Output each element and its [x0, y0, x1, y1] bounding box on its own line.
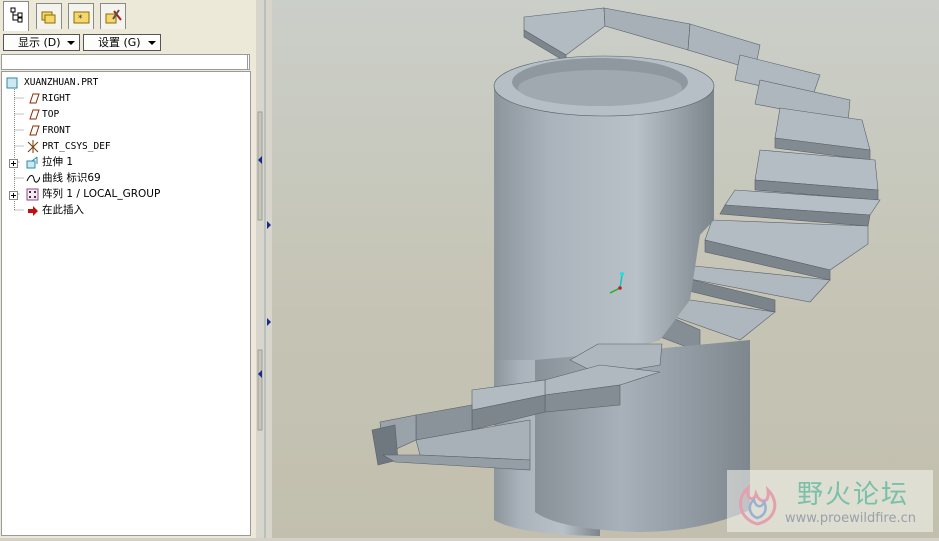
tree-item-label: PRT_CSYS_DEF	[42, 141, 111, 152]
tree-item-label: RIGHT	[42, 93, 71, 104]
flame-logo-icon	[739, 484, 777, 526]
tree-root-label: XUANZHUAN.PRT	[24, 77, 99, 88]
tree-item-label: 阵列 1 / LOCAL_GROUP	[42, 188, 161, 200]
graphics-viewport[interactable]	[272, 0, 939, 538]
favorites-folder-icon: *	[73, 11, 90, 24]
model-tree[interactable]: XUANZHUAN.PRT RIGHT TOP FRONT PRT_CSYS_D…	[1, 71, 251, 536]
settings-dropdown[interactable]: 设置 (G)	[83, 34, 161, 51]
svg-text:*: *	[78, 14, 83, 24]
datum-plane-icon	[29, 93, 40, 104]
part-icon	[6, 77, 18, 89]
watermark-url: www.proewildfire.cn	[785, 511, 916, 526]
tree-item-label: TOP	[42, 109, 60, 120]
insert-here-arrow-icon	[28, 206, 38, 216]
curve-icon	[26, 175, 40, 183]
navigator-panel: * 显示 (D) 设置 (G) XUANZHUAN.PRT RIGHT TOP …	[0, 0, 256, 538]
tree-toolbar: 显示 (D) 设置 (G)	[0, 31, 256, 53]
tree-item-label: 在此插入	[42, 204, 84, 216]
model-tree-icon	[10, 7, 23, 23]
tree-item-label: 拉伸 1	[42, 156, 74, 168]
panel-splitter[interactable]	[256, 0, 272, 538]
navigator-tabbar: *	[0, 0, 256, 31]
chevron-down-icon	[148, 41, 156, 45]
folder-icon	[41, 11, 56, 24]
expand-toggle-icon[interactable]	[9, 191, 18, 200]
extrude-icon	[26, 156, 38, 169]
watermark-title: 野火论坛	[797, 480, 910, 510]
model-tree-tab[interactable]	[3, 1, 29, 31]
settings-dropdown-label: 设置 (G)	[98, 36, 141, 49]
favorites-tab[interactable]: *	[68, 3, 94, 29]
tools-icon	[105, 9, 122, 24]
datum-plane-icon	[29, 109, 40, 120]
folder-browser-tab[interactable]	[36, 3, 62, 29]
datum-plane-icon	[29, 125, 40, 136]
forum-watermark: 野火论坛 www.proewildfire.cn	[727, 470, 933, 532]
tree-item-label: FRONT	[42, 125, 71, 136]
pattern-icon	[26, 188, 39, 201]
show-dropdown[interactable]: 显示 (D)	[3, 34, 80, 51]
lower-cylinder	[535, 340, 750, 532]
splitter-grip	[257, 0, 271, 538]
show-dropdown-label: 显示 (D)	[18, 36, 61, 49]
spiral-staircase-model	[371, 7, 881, 536]
expand-arrow-icon	[267, 318, 271, 326]
expand-toggle-icon[interactable]	[9, 159, 18, 168]
connections-tab[interactable]	[100, 3, 126, 29]
tree-item-label: 曲线 标识69	[42, 172, 101, 184]
expand-arrow-icon	[267, 221, 271, 229]
chevron-down-icon	[67, 41, 75, 45]
coordinate-system-icon	[27, 140, 39, 153]
tree-column-header[interactable]	[1, 54, 250, 70]
